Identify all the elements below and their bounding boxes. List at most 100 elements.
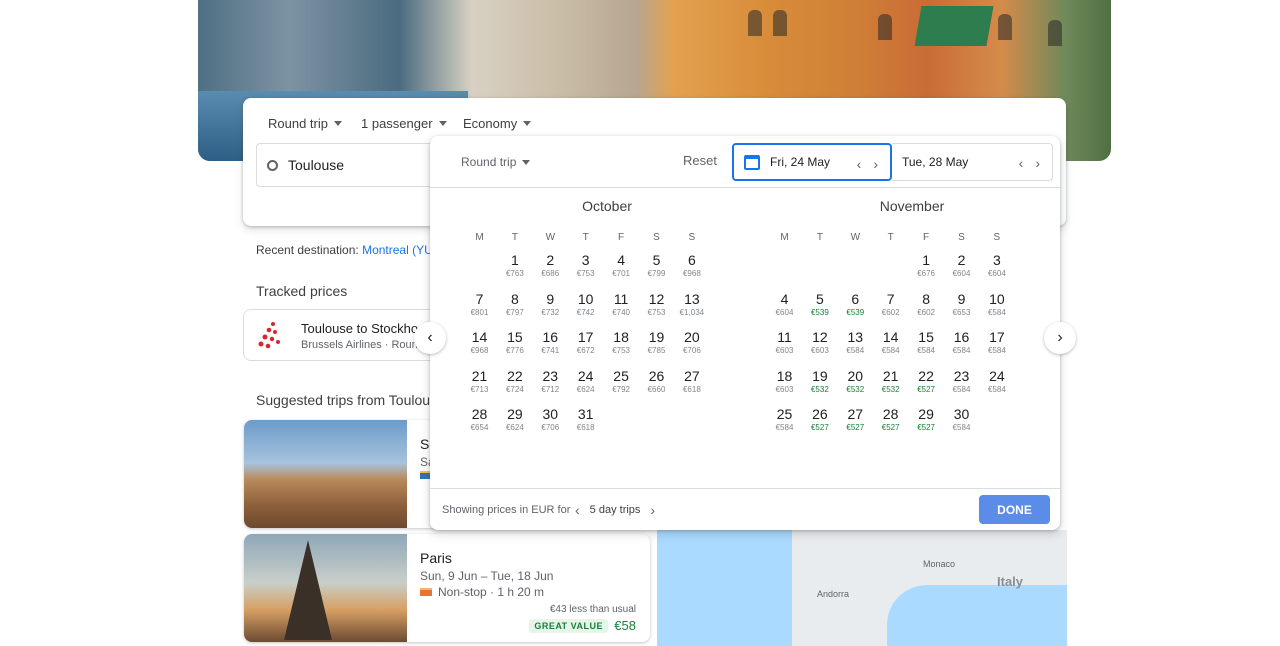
calendar-day[interactable]: 20 €532: [838, 367, 873, 405]
day-number: 27: [684, 367, 700, 384]
return-date-field[interactable]: Tue, 28 May ‹ ›: [892, 143, 1053, 181]
calendar-day[interactable]: 25 €792: [604, 367, 639, 405]
calendar-day[interactable]: 28 €654: [462, 405, 497, 443]
calendar-day[interactable]: 4 €604: [767, 290, 802, 328]
calendar-day[interactable]: 10 €584: [979, 290, 1014, 328]
chevron-right-icon[interactable]: ›: [1035, 155, 1040, 171]
calendar-day[interactable]: 23 €712: [533, 367, 568, 405]
calendar-day[interactable]: 18 €603: [767, 367, 802, 405]
next-month-button[interactable]: ›: [1044, 322, 1076, 354]
calendar-day[interactable]: 12 €603: [802, 328, 837, 366]
calendar-day[interactable]: 15 €584: [909, 328, 944, 366]
trip-card-paris[interactable]: Paris Sun, 9 Jun – Tue, 18 Jun Non-stop …: [244, 534, 650, 642]
picker-trip-type-select[interactable]: Round trip: [461, 155, 531, 169]
calendar-day[interactable]: 27 €618: [674, 367, 709, 405]
calendar-day[interactable]: 24 €624: [568, 367, 603, 405]
passenger-select[interactable]: 1 passenger: [361, 116, 447, 131]
hero-window: [878, 14, 892, 40]
calendar-day[interactable]: 22 €724: [497, 367, 532, 405]
calendar-day[interactable]: 1 €763: [497, 251, 532, 289]
previous-month-button[interactable]: ‹: [414, 322, 446, 354]
calendar-day[interactable]: 21 €532: [873, 367, 908, 405]
calendar-day[interactable]: 6 €539: [838, 290, 873, 328]
day-price: €603: [775, 384, 794, 394]
map-label-italy: Italy: [997, 574, 1024, 589]
calendar-day[interactable]: 19 €532: [802, 367, 837, 405]
calendar-day[interactable]: 27 €527: [838, 405, 873, 443]
calendar-day[interactable]: 9 €732: [533, 290, 568, 328]
calendar-day[interactable]: 18 €753: [604, 328, 639, 366]
calendar-day[interactable]: 8 €797: [497, 290, 532, 328]
calendar-day[interactable]: 23 €584: [944, 367, 979, 405]
day-price: €732: [541, 307, 560, 317]
calendar-day[interactable]: 9 €653: [944, 290, 979, 328]
calendar-day[interactable]: 22 €527: [909, 367, 944, 405]
calendar-day[interactable]: 5 €539: [802, 290, 837, 328]
calendar-day[interactable]: 11 €603: [767, 328, 802, 366]
calendar-day[interactable]: 11 €740: [604, 290, 639, 328]
calendar-day[interactable]: 4 €701: [604, 251, 639, 289]
calendar-day[interactable]: 14 €968: [462, 328, 497, 366]
recent-destination-link[interactable]: Montreal (YUL: [362, 243, 439, 257]
trip-type-select[interactable]: Round trip: [268, 116, 342, 131]
calendar-day[interactable]: 10 €742: [568, 290, 603, 328]
calendar-day[interactable]: 16 €741: [533, 328, 568, 366]
calendar-day[interactable]: 29 €624: [497, 405, 532, 443]
day-price: €763: [505, 269, 524, 278]
calendar-day[interactable]: 19 €785: [639, 328, 674, 366]
weekday-label: T: [582, 232, 589, 243]
calendar-day[interactable]: 6 €968: [674, 251, 709, 289]
calendar-day[interactable]: 28 €527: [873, 405, 908, 443]
calendar-day[interactable]: 5 €799: [639, 251, 674, 289]
weekday-label: M: [780, 232, 789, 243]
calendar-day[interactable]: 2 €604: [944, 251, 979, 289]
chevron-left-icon[interactable]: ‹: [1019, 155, 1024, 171]
cabin-select[interactable]: Economy: [463, 116, 532, 131]
calendar-day[interactable]: 15 €776: [497, 328, 532, 366]
chevron-right-icon[interactable]: ›: [873, 156, 878, 172]
trip-stops-text: Non-stop · 1 h 20 m: [438, 585, 545, 599]
calendar-day[interactable]: 12 €753: [639, 290, 674, 328]
calendar-day[interactable]: 14 €584: [873, 328, 908, 366]
calendar-day[interactable]: 29 €527: [909, 405, 944, 443]
day-number: 8: [510, 290, 519, 307]
chevron-right-icon[interactable]: ›: [650, 502, 655, 518]
calendar-day[interactable]: 3 €753: [568, 251, 603, 289]
calendar-day[interactable]: 13 €584: [838, 328, 873, 366]
calendar-day[interactable]: 17 €672: [568, 328, 603, 366]
calendar-day[interactable]: 24 €584: [979, 367, 1014, 405]
calendar-day[interactable]: 2 €686: [533, 251, 568, 289]
calendar-day[interactable]: 17 €584: [979, 328, 1014, 366]
day-number: 13: [847, 329, 864, 346]
day-number: 2: [546, 252, 555, 268]
calendar-day[interactable]: 25 €584: [767, 405, 802, 443]
calendar-day[interactable]: 7 €602: [873, 290, 908, 328]
calendar-day[interactable]: 1 €676: [909, 251, 944, 289]
calendar-day[interactable]: 3 €604: [979, 251, 1014, 289]
calendar-day[interactable]: 30 €706: [533, 405, 568, 443]
chevron-left-icon[interactable]: ‹: [575, 502, 580, 518]
calendar-day[interactable]: 30 €584: [944, 405, 979, 443]
day-price: €742: [576, 307, 595, 317]
chevron-left-icon[interactable]: ‹: [857, 156, 862, 172]
day-number: 7: [475, 290, 484, 307]
calendar-day[interactable]: 31 €618: [568, 405, 603, 443]
calendar-day[interactable]: 26 €660: [639, 367, 674, 405]
hero-window: [1048, 20, 1062, 46]
calendar-day[interactable]: 13 €1,034: [674, 290, 709, 328]
month-title: November: [879, 198, 945, 214]
day-price: €801: [470, 307, 489, 317]
reset-button[interactable]: Reset: [683, 153, 717, 168]
calendar-day[interactable]: 21 €713: [462, 367, 497, 405]
calendar-day[interactable]: 8 €602: [909, 290, 944, 328]
tracked-prices-title: Tracked prices: [256, 283, 348, 299]
done-button[interactable]: DONE: [979, 495, 1050, 524]
calendar-day[interactable]: 16 €584: [944, 328, 979, 366]
calendar-day[interactable]: 20 €706: [674, 328, 709, 366]
day-number: 30: [953, 406, 970, 423]
calendar-day[interactable]: 26 €527: [802, 405, 837, 443]
calendar-day[interactable]: 7 €801: [462, 290, 497, 328]
departure-date-field[interactable]: Fri, 24 May ‹ ›: [732, 143, 892, 181]
tracked-price-card[interactable]: Toulouse to Stockho Brussels Airlines · …: [243, 309, 443, 361]
map[interactable]: Monaco Andorra Italy: [657, 530, 1067, 646]
